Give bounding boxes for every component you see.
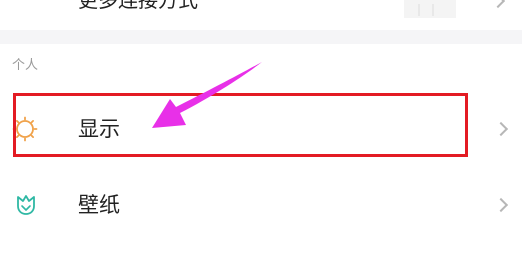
- more-connections-label: 更多连接方式: [78, 0, 198, 12]
- settings-item-wallpaper-label: 壁纸: [78, 193, 120, 217]
- section-divider: [0, 30, 522, 44]
- section-header-personal: 个人: [12, 58, 39, 73]
- more-connections-row[interactable]: 更多连接方式: [0, 0, 522, 30]
- chevron-right-icon: [493, 121, 509, 137]
- chevron-right-icon: [490, 0, 506, 9]
- highlight-box: [13, 93, 468, 157]
- row-preview-thumbnail: [404, 0, 456, 18]
- tulip-icon: [14, 193, 38, 217]
- chevron-right-icon: [493, 197, 509, 213]
- settings-item-wallpaper[interactable]: 壁纸: [0, 172, 522, 236]
